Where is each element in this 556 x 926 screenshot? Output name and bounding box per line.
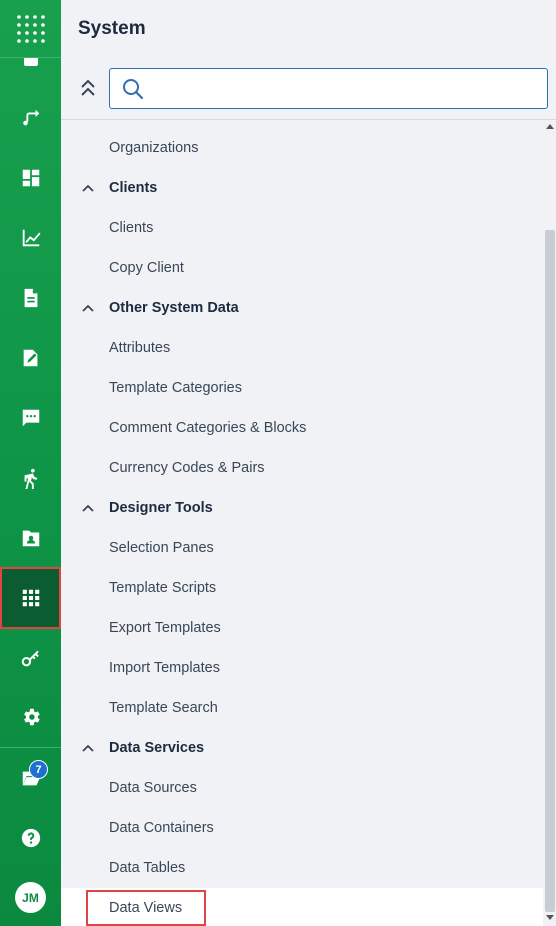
collapse-all-icon[interactable] [79, 77, 97, 99]
apps-grid-icon [16, 14, 45, 43]
rail-item-system[interactable] [0, 567, 61, 629]
contacts-folder-icon [22, 530, 39, 547]
menu-item-comment-categories[interactable]: Comment Categories & Blocks [61, 408, 543, 448]
menu-item-data-containers[interactable]: Data Containers [61, 808, 543, 848]
workflow-icon [22, 109, 39, 126]
rail-item-dashboard[interactable] [0, 148, 61, 208]
menu-group-clients[interactable]: Clients [61, 168, 543, 208]
menu-item-organizations[interactable]: Organizations [61, 128, 543, 168]
search-box[interactable] [109, 68, 548, 109]
rail-item-workflow[interactable] [0, 88, 61, 148]
scroll-down-arrow-icon[interactable] [546, 915, 554, 920]
rail-item-partial[interactable] [0, 58, 61, 70]
chevron-up-icon [82, 504, 94, 512]
notification-badge: 7 [29, 760, 48, 779]
menu-group-other-system-data[interactable]: Other System Data [61, 288, 543, 328]
rail-item-comments[interactable] [0, 388, 61, 448]
rail-item-keys[interactable] [0, 628, 61, 688]
menu-item-attributes[interactable]: Attributes [61, 328, 543, 368]
search-icon [123, 78, 144, 99]
menu-item-currency-codes[interactable]: Currency Codes & Pairs [61, 448, 543, 488]
chevron-up-icon [82, 744, 94, 752]
menu-item-template-categories[interactable]: Template Categories [61, 368, 543, 408]
chevron-up-icon [82, 184, 94, 192]
comments-icon [22, 409, 39, 427]
menu-group-data-services[interactable]: Data Services [61, 728, 543, 768]
menu-item-export-templates[interactable]: Export Templates [61, 608, 543, 648]
edit-document-icon [23, 349, 37, 367]
menu-item-template-search[interactable]: Template Search [61, 688, 543, 728]
rail-item-settings[interactable] [0, 687, 61, 747]
search-input[interactable] [152, 70, 539, 107]
rail-item-reports[interactable] [0, 208, 61, 268]
menu-group-designer-tools[interactable]: Designer Tools [61, 488, 543, 528]
calendar-icon [23, 58, 38, 66]
menu-item-import-templates[interactable]: Import Templates [61, 648, 543, 688]
key-icon [21, 650, 39, 667]
scroll-up-arrow-icon[interactable] [546, 124, 554, 129]
help-icon [21, 828, 40, 848]
menu-item-copy-client[interactable]: Copy Client [61, 248, 543, 288]
system-panel: System Organizations Clients Clients Cop… [61, 0, 556, 926]
menu-item-data-tables[interactable]: Data Tables [61, 848, 543, 888]
menu-item-template-scripts[interactable]: Template Scripts [61, 568, 543, 608]
menu-item-data-views[interactable]: Data Views [61, 888, 543, 926]
chart-icon [22, 229, 41, 247]
rail-item-files[interactable] [0, 748, 61, 808]
dashboard-icon [22, 169, 39, 187]
user-avatar[interactable]: JM [15, 882, 46, 913]
settings-icon [23, 708, 40, 726]
system-menu-list: Organizations Clients Clients Copy Clien… [61, 128, 543, 926]
document-icon [24, 288, 37, 308]
rail-item-activity[interactable] [0, 448, 61, 508]
system-grid-icon [22, 589, 39, 607]
apps-launcher[interactable] [0, 0, 61, 58]
rail-item-help[interactable] [0, 808, 61, 868]
rail-item-editor[interactable] [0, 328, 61, 388]
rail-item-documents[interactable] [0, 268, 61, 328]
rail-item-contacts[interactable] [0, 508, 61, 568]
menu-item-selection-panes[interactable]: Selection Panes [61, 528, 543, 568]
menu-item-clients[interactable]: Clients [61, 208, 543, 248]
menu-item-data-sources[interactable]: Data Sources [61, 768, 543, 808]
header-divider [61, 119, 556, 120]
panel-title: System [78, 18, 146, 39]
scrollbar-thumb[interactable] [545, 230, 555, 912]
left-nav-rail: 7 JM [0, 0, 61, 926]
chevron-up-icon [82, 304, 94, 312]
run-icon [24, 468, 37, 489]
